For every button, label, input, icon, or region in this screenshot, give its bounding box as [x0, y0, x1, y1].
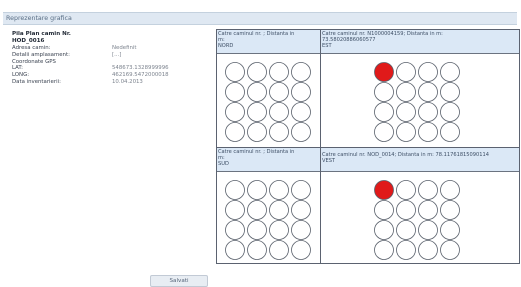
tube-slot-empty[interactable] — [396, 62, 416, 82]
info-row: Adresa camin: Nedefinit — [12, 45, 202, 52]
info-value-link[interactable]: [...] — [112, 52, 121, 59]
tube-slot-empty[interactable] — [225, 62, 245, 82]
info-label: Adresa camin: — [12, 44, 51, 51]
tube-slot-empty[interactable] — [291, 180, 311, 200]
tube-slot-empty[interactable] — [418, 82, 438, 102]
pit-matrix-sud — [225, 180, 311, 260]
tube-slot-empty[interactable] — [374, 220, 394, 240]
tube-slot-empty[interactable] — [418, 102, 438, 122]
info-row: Detalii amplasament: [...] — [12, 52, 202, 59]
camin-heading-line1: Pila Plan camin Nr. — [12, 31, 71, 37]
tube-slot-empty[interactable] — [269, 180, 289, 200]
tube-slot-empty[interactable] — [418, 220, 438, 240]
quadrant-header-nord: Catre caminul nr. ; Distanta in m: NORD — [217, 30, 320, 54]
tube-slot-empty[interactable] — [374, 102, 394, 122]
tube-slot-empty[interactable] — [247, 240, 267, 260]
tube-slot-empty[interactable] — [225, 102, 245, 122]
tube-slot-empty[interactable] — [396, 82, 416, 102]
pit-matrix-nord — [225, 62, 311, 142]
save-button[interactable]: Salvati — [150, 275, 208, 287]
tube-slot-empty[interactable] — [396, 180, 416, 200]
tube-slot-empty[interactable] — [291, 102, 311, 122]
tube-slot-empty[interactable] — [269, 82, 289, 102]
info-label: Coordonate GPS — [12, 58, 56, 65]
info-label: LAT: — [12, 65, 23, 72]
panel-titlebar: Reprezentare grafica — [3, 12, 517, 25]
tube-slot-empty[interactable] — [269, 200, 289, 220]
tube-slot-empty[interactable] — [396, 102, 416, 122]
tube-slot-empty[interactable] — [291, 62, 311, 82]
tube-slot-empty[interactable] — [440, 102, 460, 122]
tube-slot-empty[interactable] — [418, 200, 438, 220]
tube-slot-empty[interactable] — [291, 122, 311, 142]
tube-slot-empty[interactable] — [247, 62, 267, 82]
tube-slot-empty[interactable] — [396, 122, 416, 142]
tube-slot-empty[interactable] — [440, 200, 460, 220]
tube-slot-empty[interactable] — [269, 240, 289, 260]
camin-info: Pila Plan camin Nr. HOD_0016 Adresa cami… — [12, 31, 202, 86]
tube-slot-empty[interactable] — [247, 102, 267, 122]
tube-slot-empty[interactable] — [247, 180, 267, 200]
camin-heading-line2: HOD_0016 — [12, 37, 45, 44]
tube-slot-empty[interactable] — [440, 220, 460, 240]
tube-slot-empty[interactable] — [440, 82, 460, 102]
tube-slot-empty[interactable] — [269, 220, 289, 240]
tube-slot-empty[interactable] — [291, 200, 311, 220]
tube-slot-empty[interactable] — [374, 200, 394, 220]
info-label: Data inventarierii: — [12, 79, 61, 86]
info-row: LAT: 548673.1328999996 — [12, 65, 202, 72]
tube-slot-empty[interactable] — [396, 200, 416, 220]
info-row: Coordonate GPS — [12, 59, 202, 66]
info-value: Nedefinit — [112, 44, 137, 51]
tube-slot-empty[interactable] — [247, 220, 267, 240]
tube-slot-empty[interactable] — [247, 200, 267, 220]
tube-slot-empty[interactable] — [440, 62, 460, 82]
tube-slot-empty[interactable] — [225, 122, 245, 142]
tube-slot-empty[interactable] — [247, 122, 267, 142]
tube-slot-empty[interactable] — [291, 220, 311, 240]
info-label: LONG: — [12, 72, 30, 79]
tube-slot-empty[interactable] — [269, 62, 289, 82]
info-value: 10.04.2013 — [112, 79, 143, 86]
tube-slot-empty[interactable] — [374, 122, 394, 142]
tube-slot-empty[interactable] — [291, 240, 311, 260]
tube-slot-occupied[interactable] — [374, 180, 394, 200]
info-row: LONG: 462169.5472000018 — [12, 72, 202, 79]
tube-slot-empty[interactable] — [269, 122, 289, 142]
tube-slot-empty[interactable] — [374, 240, 394, 260]
tube-slot-empty[interactable] — [440, 180, 460, 200]
tube-slot-empty[interactable] — [418, 180, 438, 200]
tube-slot-empty[interactable] — [225, 180, 245, 200]
tube-slot-empty[interactable] — [225, 200, 245, 220]
quadrant-header-est: Catre caminul nr. N1000004159; Distanta … — [321, 30, 519, 54]
tube-slot-empty[interactable] — [291, 82, 311, 102]
tube-slot-empty[interactable] — [269, 102, 289, 122]
tube-slot-empty[interactable] — [225, 82, 245, 102]
pit-matrix-est — [374, 62, 460, 142]
tube-slot-empty[interactable] — [225, 240, 245, 260]
tube-slot-empty[interactable] — [396, 240, 416, 260]
quadrant-header-vest: Catre caminul nr. NOD_0014; Distanta in … — [321, 148, 519, 172]
tube-slot-empty[interactable] — [418, 122, 438, 142]
tube-slot-empty[interactable] — [247, 82, 267, 102]
info-value: 548673.1328999996 — [112, 65, 169, 72]
tube-slot-empty[interactable] — [418, 240, 438, 260]
info-value: 462169.5472000018 — [112, 72, 169, 79]
tube-slot-empty[interactable] — [440, 240, 460, 260]
panel-title: Reprezentare grafica — [6, 15, 72, 22]
tube-slot-empty[interactable] — [225, 220, 245, 240]
tube-slot-empty[interactable] — [440, 122, 460, 142]
tube-slot-empty[interactable] — [396, 220, 416, 240]
info-row: Data inventarierii: 10.04.2013 — [12, 79, 202, 86]
info-label: Detalii amplasament: — [12, 51, 70, 58]
quadrant-header-sud: Catre caminul nr. ; Distanta in m: SUD — [217, 148, 320, 172]
pit-matrix-vest — [374, 180, 460, 260]
pit-grid: Catre caminul nr. ; Distanta in m: NORD … — [216, 29, 520, 264]
tube-slot-occupied[interactable] — [374, 62, 394, 82]
tube-slot-empty[interactable] — [418, 62, 438, 82]
tube-slot-empty[interactable] — [374, 82, 394, 102]
